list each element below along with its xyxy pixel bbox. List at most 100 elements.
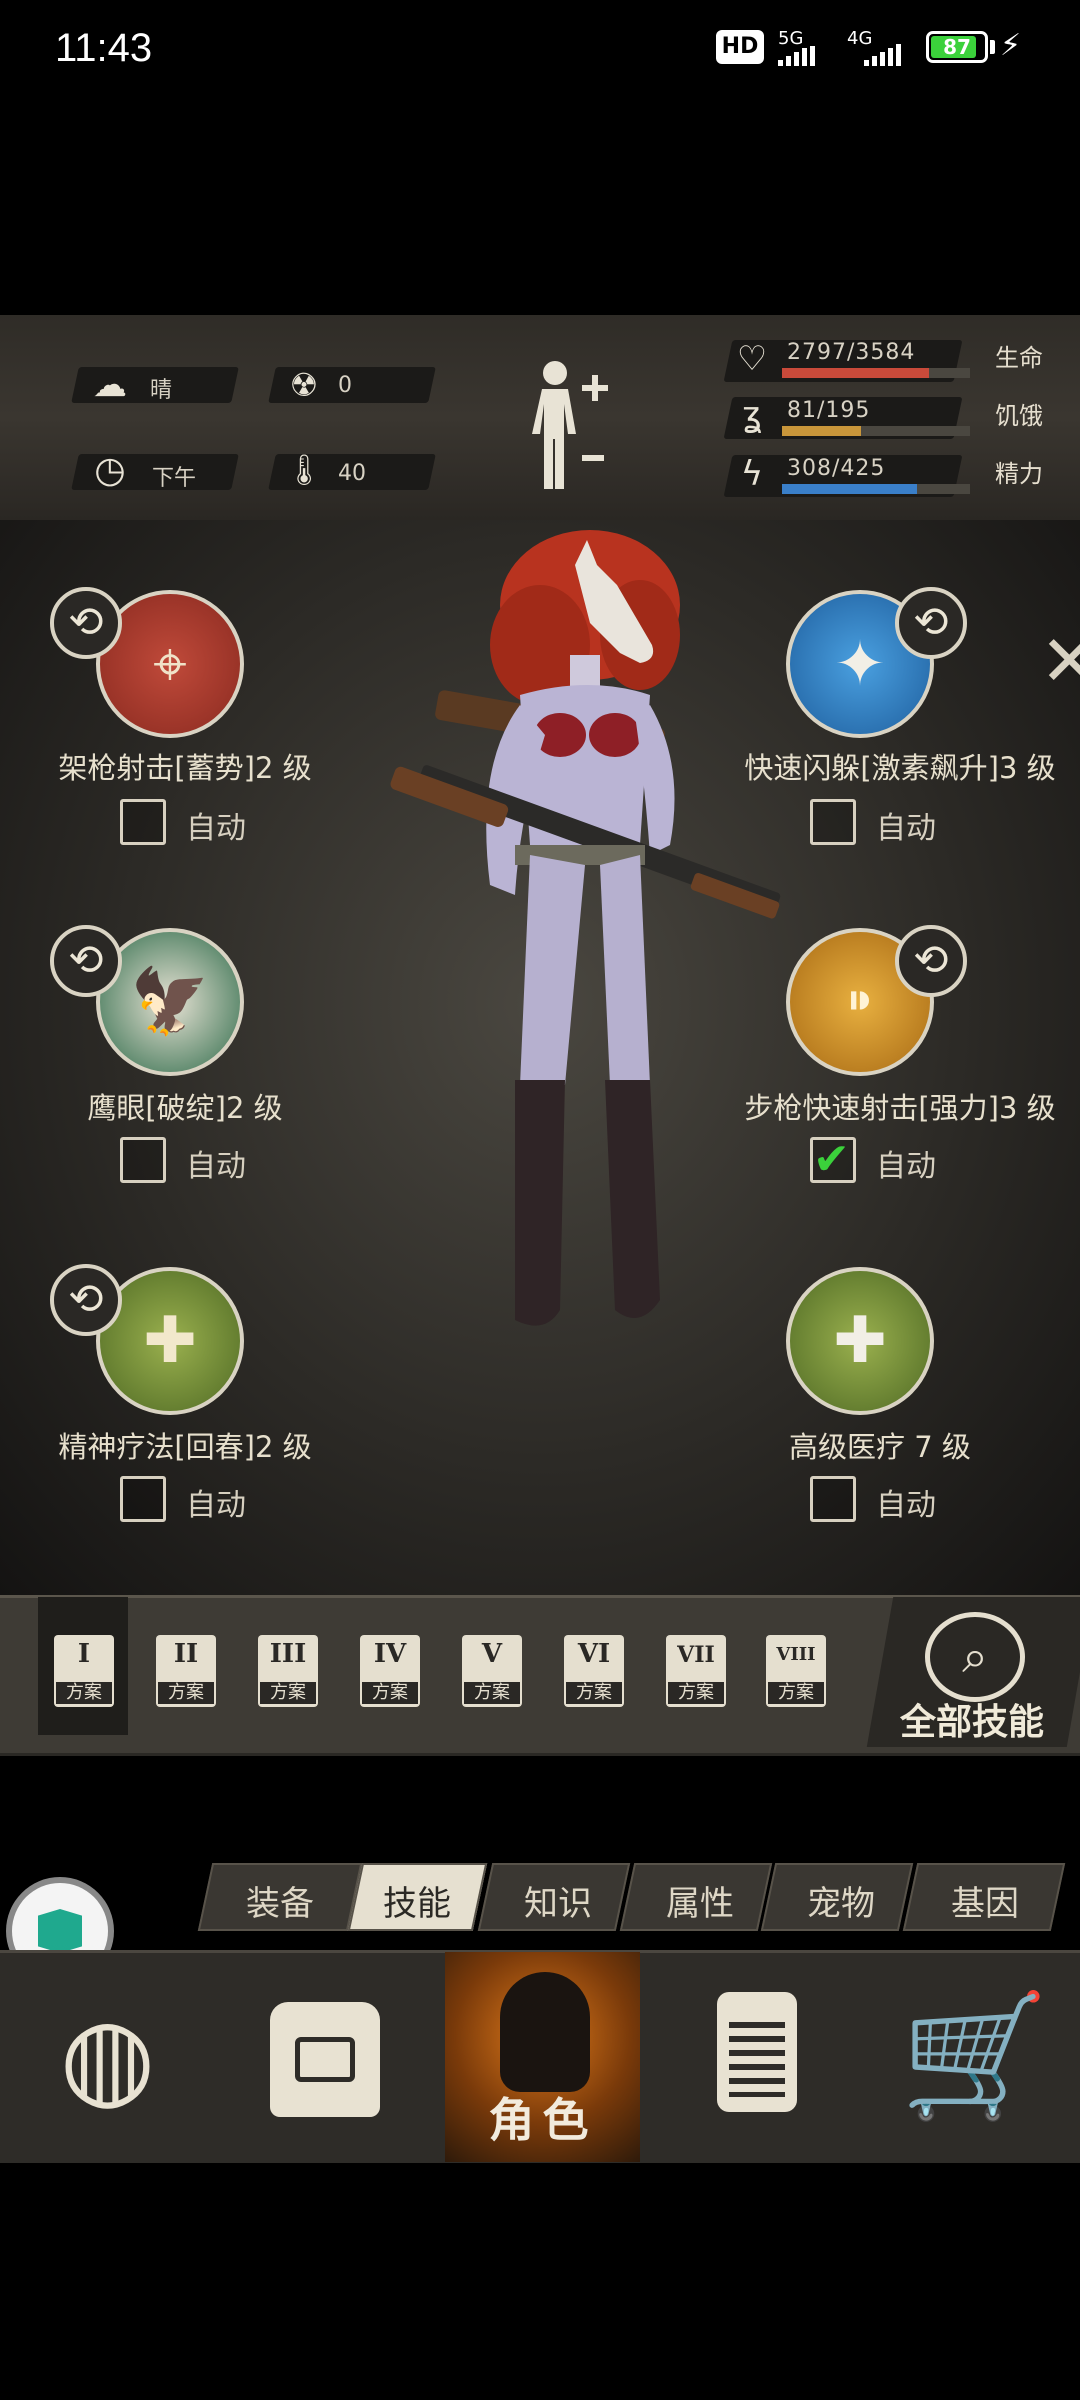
cube-icon	[38, 1909, 82, 1953]
nav-shop-button[interactable]: 🛒	[870, 1952, 1080, 2162]
plan-4-number: IV	[373, 1639, 407, 1669]
backpack-icon	[270, 2002, 380, 2117]
thermometer-icon: 🌡	[284, 453, 324, 488]
radiation-value: 0	[338, 373, 352, 398]
battery-icon: 87	[926, 31, 988, 63]
hunger-bar	[782, 426, 970, 436]
plan-7-label: 方案	[668, 1682, 724, 1704]
weather-value: 晴	[150, 378, 173, 403]
hunger-label: 饥饿	[995, 402, 1043, 430]
skill-icon-medkit[interactable]: ✚	[786, 1267, 934, 1415]
battery-level: 87	[943, 35, 971, 59]
plan-4-label: 方案	[362, 1682, 418, 1704]
energy-value: 308/425	[787, 456, 886, 481]
auto-label-3: 自动	[186, 1488, 246, 1523]
swap-skill-button-3[interactable]: ⟲	[50, 1264, 122, 1336]
globe-icon: ◍	[59, 1993, 156, 2121]
swap-skill-button-1[interactable]: ⟲	[50, 587, 122, 659]
auto-checkbox-3[interactable]	[120, 1476, 166, 1522]
medkit-icon: ✚	[833, 1304, 887, 1378]
swap-icon: ⟲	[913, 935, 949, 984]
heart-pulse-icon: ♡	[736, 339, 768, 379]
plan-3-button[interactable]: III 方案	[258, 1635, 318, 1707]
hd-badge: HD	[716, 30, 764, 64]
plan-6-button[interactable]: VI 方案	[564, 1635, 624, 1707]
battery-cap	[990, 40, 995, 54]
energy-bar-fill	[782, 484, 918, 494]
health-label: 生命	[995, 344, 1043, 372]
radiation-icon: ☢	[289, 366, 319, 404]
plan-5-label: 方案	[464, 1682, 520, 1704]
check-icon: ✔	[813, 1134, 850, 1185]
signal-4g-icon	[864, 44, 901, 66]
tab-skills-label: 技能	[383, 1884, 451, 1924]
stomach-icon: ʓ	[742, 395, 762, 435]
swap-skill-button-2[interactable]: ⟲	[50, 925, 122, 997]
energy-label: 精力	[995, 460, 1043, 488]
nav-radio-button[interactable]	[645, 1952, 865, 2162]
auto-checkbox-2[interactable]	[120, 1137, 166, 1183]
bolt-icon: ⚡	[1000, 28, 1022, 63]
auto-checkbox-5[interactable]: ✔	[810, 1137, 856, 1183]
skill-name-2: 鹰眼[破绽]2 级	[87, 1091, 283, 1125]
skill-name-1: 架枪射击[蓄势]2 级	[58, 751, 312, 785]
hunger-value: 81/195	[787, 398, 871, 423]
nav-world-button[interactable]: ◍	[0, 1952, 215, 2162]
auto-checkbox-4[interactable]	[810, 799, 856, 845]
plan-1-number: I	[77, 1639, 91, 1669]
plan-8-button[interactable]: VIII 方案	[766, 1635, 826, 1707]
tab-attributes-label: 属性	[666, 1884, 734, 1924]
plan-1-button[interactable]: I 方案	[54, 1635, 114, 1707]
skill-name-3: 精神疗法[回春]2 级	[58, 1430, 312, 1464]
body-figure-button[interactable]	[520, 355, 610, 495]
plan-5-button[interactable]: V 方案	[462, 1635, 522, 1707]
next-arrow-icon[interactable]: ✕	[1040, 620, 1080, 702]
skill-name-5: 步枪快速射击[强力]3 级	[744, 1091, 1056, 1125]
skill-name-4: 快速闪躲[激素飙升]3 级	[744, 751, 1056, 785]
swap-skill-button-5[interactable]: ⟲	[895, 925, 967, 997]
plan-8-number: VIII	[776, 1644, 816, 1665]
plan-2-button[interactable]: II 方案	[156, 1635, 216, 1707]
auto-label-5: 自动	[876, 1149, 936, 1184]
brain-bolt-icon: ϟ	[740, 454, 764, 494]
auto-checkbox-6[interactable]	[810, 1476, 856, 1522]
human-body-icon	[532, 361, 608, 489]
nav-backpack-button[interactable]	[215, 1952, 435, 2162]
skill-name-6: 高级医疗 7 级	[789, 1430, 971, 1464]
tab-equipment-label: 装备	[246, 1884, 314, 1924]
character-label: 角色	[488, 2093, 597, 2147]
plan-2-label: 方案	[158, 1682, 214, 1704]
magnifier-document-icon: ⌕	[925, 1612, 1025, 1702]
temperature-value: 40	[338, 461, 366, 486]
status-time: 11:43	[55, 26, 153, 70]
walkie-talkie-icon	[717, 1992, 797, 2112]
energy-bar	[782, 484, 970, 494]
plan-7-button[interactable]: VII 方案	[666, 1635, 726, 1707]
plan-8-label: 方案	[768, 1682, 824, 1704]
tab-pets-label: 宠物	[807, 1884, 875, 1924]
plan-3-number: III	[269, 1639, 307, 1669]
swap-skill-button-4[interactable]: ⟲	[895, 587, 967, 659]
hunger-bar-fill	[782, 426, 861, 436]
plan-5-number: V	[481, 1639, 503, 1669]
auto-label-6: 自动	[876, 1488, 936, 1523]
plan-6-label: 方案	[566, 1682, 622, 1704]
head-profile-icon	[500, 1972, 590, 2092]
plan-3-label: 方案	[260, 1682, 316, 1704]
health-bar	[782, 368, 970, 378]
plan-6-number: VI	[577, 1639, 611, 1669]
auto-checkbox-1[interactable]	[120, 799, 166, 845]
plan-7-number: VII	[677, 1642, 715, 1668]
plan-4-button[interactable]: IV 方案	[360, 1635, 420, 1707]
nav-character-button[interactable]: 角色	[445, 1952, 640, 2162]
tab-genes-label: 基因	[951, 1884, 1019, 1924]
clock-icon: ◷	[94, 450, 126, 491]
health-value: 2797/3584	[787, 340, 916, 365]
swap-icon: ⟲	[68, 1274, 104, 1323]
character-illustration	[390, 525, 790, 1485]
swap-icon: ⟲	[913, 597, 949, 646]
plan-2-number: II	[173, 1639, 199, 1669]
swap-icon: ⟲	[68, 935, 104, 984]
auto-label-1: 自动	[186, 811, 246, 846]
all-skills-label: 全部技能	[900, 1702, 1045, 1743]
